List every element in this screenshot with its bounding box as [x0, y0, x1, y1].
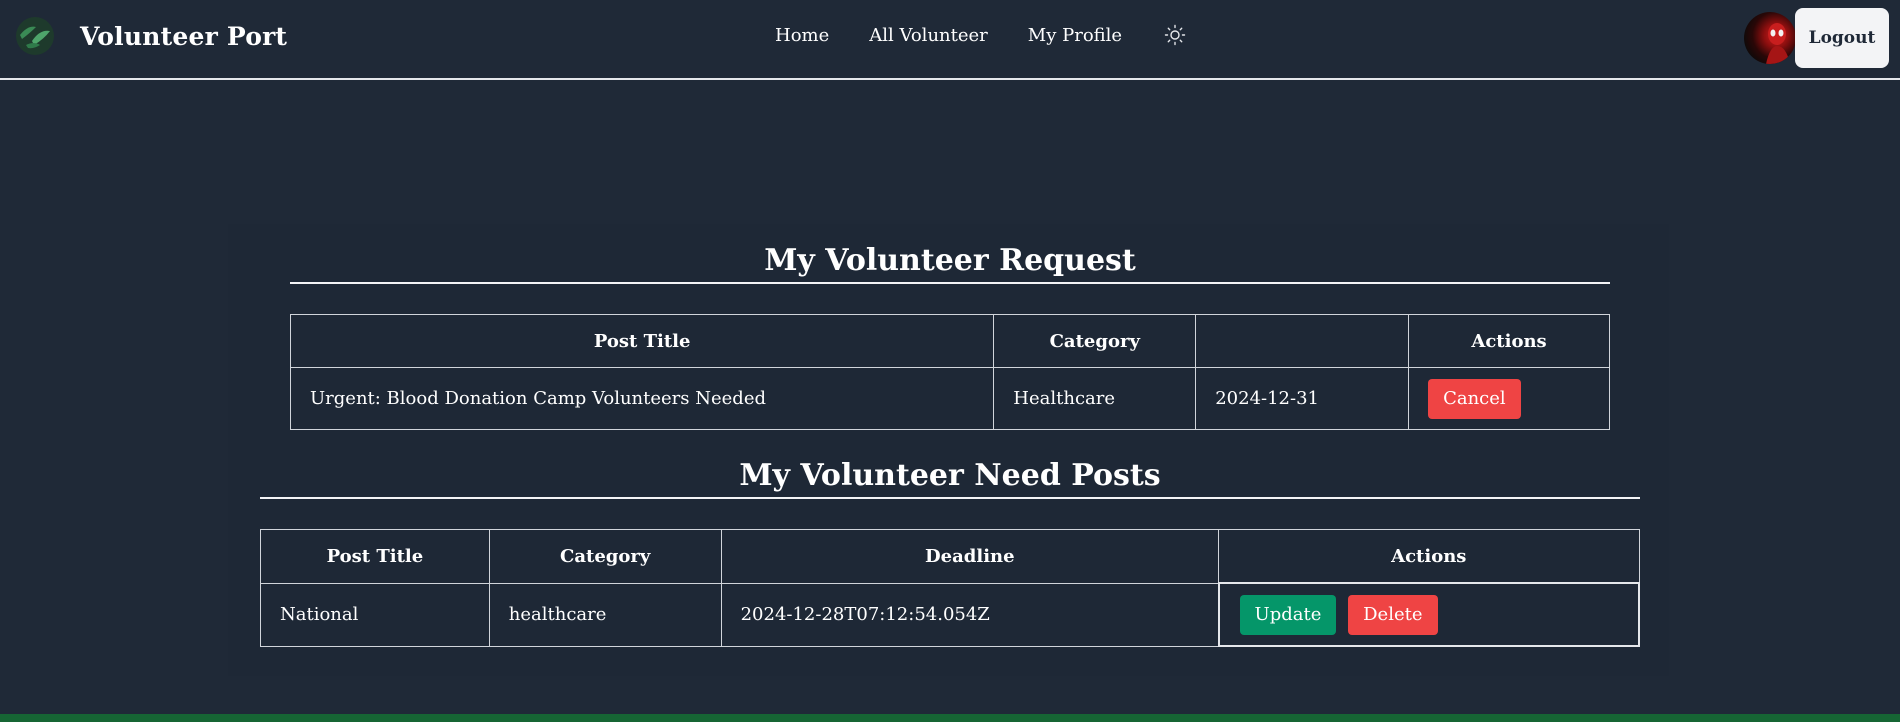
update-post-button[interactable]: Update: [1239, 594, 1337, 635]
navbar: Volunteer Port Home All Volunteer My Pro…: [0, 0, 1900, 80]
col-header-category: Category: [488, 529, 722, 584]
col-header-actions: Actions: [1408, 314, 1610, 368]
sun-icon[interactable]: [1164, 24, 1186, 46]
requests-title-rule: [290, 282, 1610, 284]
col-header-date: [1195, 314, 1410, 368]
col-header-post-title: Post Title: [260, 529, 490, 584]
avatar[interactable]: [1744, 12, 1796, 64]
requests-table: Post Title Category Actions Urgent: Bloo…: [289, 314, 1610, 430]
posts-title: My Volunteer Need Posts: [739, 458, 1161, 493]
posts-title-rule: [260, 497, 1640, 499]
post-actions-cell: Update Delete: [1217, 582, 1641, 647]
cancel-request-button[interactable]: Cancel: [1428, 378, 1521, 419]
post-title: National: [260, 582, 490, 647]
nav-links: Home All Volunteer My Profile: [775, 24, 1186, 46]
col-header-category: Category: [993, 314, 1197, 368]
table-row: National healthcare 2024-12-28T07:12:54.…: [260, 582, 1641, 647]
requests-title: My Volunteer Request: [764, 243, 1136, 278]
logo-icon[interactable]: [14, 15, 56, 57]
requests-header-row: Post Title Category Actions: [289, 314, 1610, 368]
col-header-actions: Actions: [1218, 529, 1640, 584]
request-category: Healthcare: [993, 367, 1197, 430]
nav-link-my-profile[interactable]: My Profile: [1028, 25, 1122, 46]
nav-link-all-volunteer[interactable]: All Volunteer: [869, 25, 988, 46]
post-category: healthcare: [488, 582, 722, 647]
col-header-post-title: Post Title: [289, 314, 995, 368]
table-row: Urgent: Blood Donation Camp Volunteers N…: [289, 367, 1610, 430]
request-actions-cell: Cancel: [1408, 367, 1610, 430]
request-date: 2024-12-31: [1195, 367, 1410, 430]
brand-name[interactable]: Volunteer Port: [80, 22, 287, 51]
footer-strip: [0, 714, 1900, 722]
posts-table: Post Title Category Deadline Actions Nat…: [260, 529, 1641, 647]
request-post-title: Urgent: Blood Donation Camp Volunteers N…: [289, 367, 995, 430]
logout-button[interactable]: Logout: [1795, 8, 1889, 68]
post-deadline: 2024-12-28T07:12:54.054Z: [720, 582, 1220, 647]
avatar-image: [1766, 23, 1790, 64]
delete-post-button[interactable]: Delete: [1348, 594, 1438, 635]
posts-header-row: Post Title Category Deadline Actions: [260, 529, 1640, 584]
nav-link-home[interactable]: Home: [775, 25, 829, 46]
col-header-deadline: Deadline: [720, 529, 1220, 584]
